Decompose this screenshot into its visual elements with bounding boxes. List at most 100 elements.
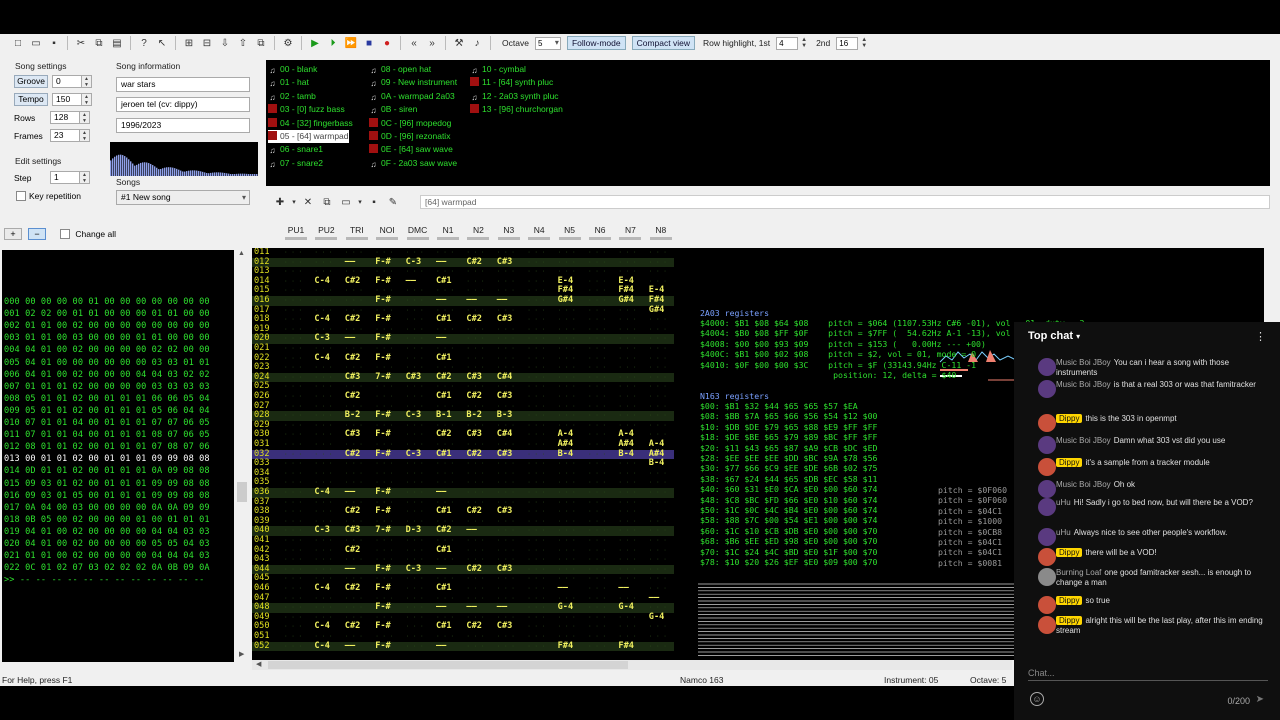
pattern-cell[interactable]: · · · (588, 363, 606, 373)
pattern-cell[interactable]: 7-# (375, 526, 391, 536)
previous-track-icon[interactable]: « (406, 35, 422, 51)
pattern-cell[interactable]: · · · (649, 498, 667, 508)
frames-input[interactable]: 23 (50, 129, 80, 142)
pattern-cell[interactable]: · · · (284, 277, 302, 287)
frame-scrollbar[interactable]: ▲ ▶ (236, 250, 248, 662)
chat-author[interactable]: Music Boi JBoy (1056, 380, 1111, 389)
chat-author[interactable]: Burning Loaf (1056, 568, 1101, 577)
pattern-cell[interactable]: · · · (588, 430, 606, 440)
pattern-cell[interactable]: F-# (375, 564, 391, 575)
pattern-cell[interactable]: · · · (588, 440, 606, 450)
channel-dmc[interactable]: DMC (404, 225, 432, 240)
pattern-cell[interactable]: · · · (588, 325, 606, 335)
pattern-cell[interactable]: C#1 (436, 391, 452, 402)
pattern-cell[interactable]: —— (436, 564, 446, 575)
pattern-cell[interactable]: · · · (466, 267, 484, 277)
scroll-thumb[interactable] (237, 482, 247, 502)
pattern-cell[interactable]: —— (345, 641, 355, 652)
pattern-cell[interactable]: · · · (618, 459, 636, 469)
pattern-cell[interactable]: · · · (588, 373, 606, 383)
pattern-cell[interactable]: —— (436, 257, 446, 268)
chevron-down-icon[interactable]: ▾ (291, 194, 297, 210)
pattern-cell[interactable]: · · · (284, 594, 302, 604)
pattern-cell[interactable]: · · · (588, 603, 606, 613)
pattern-cell[interactable]: F-# (375, 430, 391, 440)
frame-row[interactable]: 000 00 00 00 00 01 00 00 00 00 00 00 00 (4, 296, 210, 308)
pattern-cell[interactable]: C#3 (497, 449, 513, 460)
pattern-cell[interactable]: · · · (527, 306, 545, 316)
pattern-cell[interactable]: C#1 (436, 622, 452, 632)
pattern-cell[interactable]: · · · (284, 363, 302, 373)
pattern-cell[interactable]: · · · (527, 517, 545, 527)
pattern-horizontal-scrollbar[interactable]: ◀ (252, 660, 1012, 670)
new-file-icon[interactable]: □ (10, 35, 26, 51)
pattern-cell[interactable]: · · · (284, 430, 302, 440)
pattern-cell[interactable]: C#2 (466, 564, 482, 575)
remove-instrument-icon[interactable]: ✕ (300, 194, 316, 210)
channel-n8[interactable]: N8 (647, 225, 675, 240)
pattern-cell[interactable]: · · · (527, 440, 545, 450)
pattern-cell[interactable]: —— (618, 583, 628, 594)
pattern-row[interactable]: 047 · · · · · · · · · · · · · · · · · · · · · · … (252, 593, 674, 604)
pattern-cell[interactable]: C#2 (345, 391, 361, 402)
channel-pu1[interactable]: PU1 (282, 225, 310, 240)
pattern-cell[interactable]: · · · (649, 373, 667, 383)
pattern-cell[interactable]: —— (345, 487, 355, 498)
pattern-cell[interactable]: · · · (649, 632, 667, 642)
pattern-cell[interactable]: C#3 (466, 372, 482, 383)
pattern-cell[interactable]: · · · (284, 286, 302, 296)
pattern-cell[interactable]: · · · (314, 565, 332, 575)
pattern-cell[interactable]: · · · (588, 642, 606, 652)
pattern-cell[interactable]: · · · (527, 632, 545, 642)
sample-editor-icon[interactable]: ♪ (469, 35, 485, 51)
instrument-item[interactable]: ♫ 0A - warmpad 2a03 (369, 90, 455, 103)
instrument-item[interactable]: 0E - [64] saw wave (369, 143, 453, 156)
instrument-item[interactable]: ♫ 0F - 2a03 saw wave (369, 157, 458, 170)
pattern-cell[interactable]: C#3 (497, 564, 513, 575)
pattern-row[interactable]: 015 · · · · · · · · · · · · · · · · · · · · · · … (252, 286, 674, 296)
pattern-cell[interactable]: · · · (588, 248, 606, 258)
pattern-cell[interactable]: · · · (284, 498, 302, 508)
pattern-cell[interactable]: · · · (649, 421, 667, 431)
instrument-item[interactable]: 0C - [96] mopedog (369, 117, 451, 130)
pattern-cell[interactable]: C#3 (497, 507, 513, 517)
tempo-input[interactable]: 150 (52, 93, 82, 106)
pattern-cell[interactable]: · · · (527, 354, 545, 364)
pattern-row[interactable]: 041 · · · · · · · · · · · · · · · · · · · · · · … (252, 535, 674, 546)
instrument-item[interactable]: 11 - [64] synth pluc (470, 76, 553, 89)
pattern-cell[interactable]: · · · (527, 411, 545, 421)
pattern-cell[interactable]: · · · (284, 584, 302, 594)
pattern-cell[interactable]: C#2 (345, 545, 361, 556)
frame-row[interactable]: 009 05 01 01 02 00 01 01 01 05 06 04 04 (4, 405, 210, 417)
pattern-cell[interactable]: · · · (466, 459, 484, 469)
song-copyright-input[interactable]: 1996/2023 (116, 118, 250, 133)
pattern-cell[interactable]: C#2 (345, 507, 361, 517)
pattern-cell[interactable]: · · · (497, 584, 515, 594)
pattern-cell[interactable]: · · · (527, 248, 545, 258)
avatar[interactable] (1038, 380, 1056, 398)
pattern-cell[interactable]: · · · (284, 392, 302, 402)
chat-author[interactable]: Dippy (1056, 616, 1083, 625)
pattern-cell[interactable]: F-# (375, 276, 391, 287)
pattern-row[interactable]: 024 · · · · · · C#3 7-# C#3 C#2 C#3 C#4 · · · · · … (252, 372, 674, 383)
pattern-cell[interactable]: —— (497, 295, 507, 306)
pattern-row[interactable]: 043 · · · · · · · · · · · · · · · · · · · · · · … (252, 555, 674, 565)
pattern-cell[interactable]: C#3 (497, 391, 513, 402)
pattern-cell[interactable]: —— (406, 276, 416, 287)
pattern-cell[interactable]: · · · (527, 478, 545, 488)
pattern-cell[interactable]: · · · (406, 594, 424, 604)
edit-instrument-icon[interactable]: ✎ (385, 194, 401, 210)
pattern-cell[interactable]: · · · (284, 469, 302, 479)
stop-icon[interactable]: ■ (361, 35, 377, 51)
pattern-cell[interactable]: · · · (618, 526, 636, 536)
pattern-cell[interactable]: · · · (375, 392, 393, 402)
pattern-cell[interactable]: · · · (649, 565, 667, 575)
pattern-cell[interactable]: · · · (588, 622, 606, 632)
pattern-cell[interactable]: C#2 (436, 526, 452, 536)
key-repetition-checkbox[interactable] (16, 191, 26, 201)
frame-row[interactable]: 013 00 01 01 02 00 01 01 01 09 09 08 08 (4, 453, 210, 465)
pattern-cell[interactable]: · · · (527, 315, 545, 325)
chat-author[interactable]: uHu (1056, 528, 1071, 537)
load-instrument-icon[interactable]: ▭ (338, 194, 354, 210)
pattern-row[interactable]: 050 · · · C-4 C#2 F-# · · · C#1 C#2 C#3 · · · · · … (252, 622, 674, 632)
